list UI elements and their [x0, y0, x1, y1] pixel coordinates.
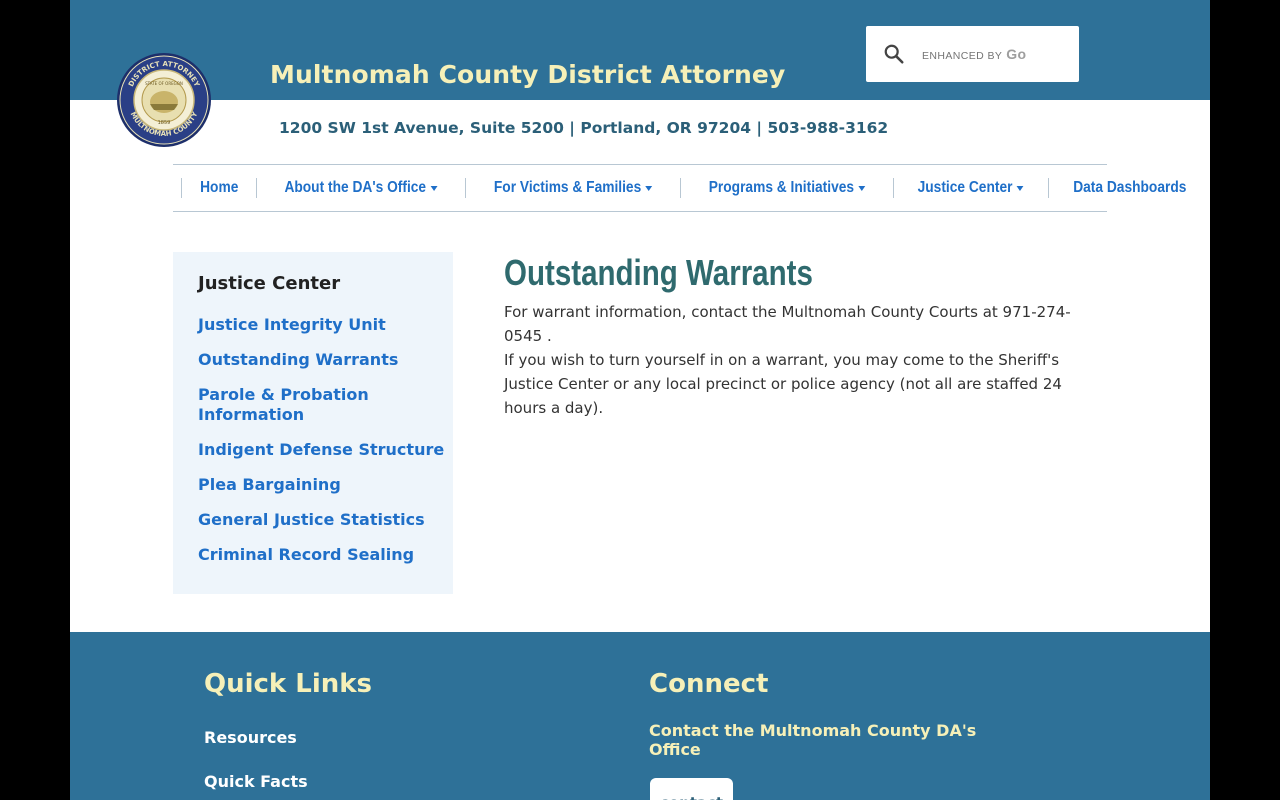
- contact-button[interactable]: contact: [650, 778, 733, 800]
- office-address: 1200 SW 1st Avenue, Suite 5200 | Portlan…: [279, 119, 889, 137]
- nav-item-label: About the DA's Office: [284, 179, 427, 196]
- sidebar-link-justice-integrity-unit[interactable]: Justice Integrity Unit: [198, 315, 448, 335]
- footer-link-quick-facts[interactable]: Quick Facts: [204, 772, 308, 791]
- caret-down-icon: [1017, 185, 1025, 191]
- seal-inner-text: STATE OF OREGON: [145, 81, 183, 86]
- footer-link-resources[interactable]: Resources: [204, 728, 297, 747]
- nav-divider: [680, 178, 682, 198]
- main-nav: Home About the DA's Office For Victims &…: [173, 164, 1186, 212]
- sidebar-link-general-justice-statistics[interactable]: General Justice Statistics: [198, 510, 448, 530]
- page-body: For warrant information, contact the Mul…: [504, 300, 1104, 420]
- sidebar: Justice Center Justice Integrity Unit Ou…: [173, 252, 453, 594]
- nav-item-label: Programs & Initiatives: [709, 179, 855, 196]
- search-box[interactable]: ENHANCED BY Go: [866, 26, 1079, 82]
- sidebar-link-parole-probation[interactable]: Parole & Probation Information: [198, 385, 398, 425]
- nav-item-victims-families[interactable]: For Victims & Families: [481, 179, 665, 197]
- warrant-info-text: For warrant information, contact the Mul…: [504, 303, 1071, 345]
- nav-item-data-dashboards[interactable]: Data Dashboards: [1060, 179, 1199, 197]
- nav-divider: [1047, 178, 1049, 198]
- search-input[interactable]: [920, 42, 1069, 68]
- sidebar-link-indigent-defense[interactable]: Indigent Defense Structure: [198, 440, 448, 460]
- sidebar-link-plea-bargaining[interactable]: Plea Bargaining: [198, 475, 448, 495]
- footer: Quick Links Resources Quick Facts Connec…: [70, 632, 1210, 800]
- nav-divider: [893, 178, 895, 198]
- seal-year: 1859: [158, 120, 171, 126]
- sidebar-link-outstanding-warrants[interactable]: Outstanding Warrants: [198, 350, 448, 370]
- caret-down-icon: [430, 185, 438, 191]
- quick-links-heading: Quick Links: [204, 669, 373, 699]
- sidebar-title: Justice Center: [198, 273, 341, 294]
- nav-item-label: Data Dashboards: [1072, 179, 1187, 196]
- search-icon[interactable]: [883, 43, 905, 65]
- contact-heading: Contact the Multnomah County DA's Office: [649, 721, 977, 759]
- nav-item-programs[interactable]: Programs & Initiatives: [696, 179, 878, 197]
- county-seal-logo[interactable]: DISTRICT ATTORNEY MULTNOMAH COUNTY STATE…: [116, 52, 212, 148]
- nav-item-label: Home: [200, 179, 239, 196]
- caret-down-icon: [645, 185, 653, 191]
- nav-item-justice-center[interactable]: Justice Center: [905, 179, 1037, 197]
- caret-down-icon: [858, 185, 866, 191]
- nav-item-label: For Victims & Families: [494, 179, 642, 196]
- nav-item-about[interactable]: About the DA's Office: [272, 179, 451, 197]
- nav-item-home[interactable]: Home: [187, 179, 251, 197]
- connect-heading: Connect: [649, 669, 769, 699]
- nav-divider: [256, 178, 258, 198]
- site-title[interactable]: Multnomah County District Attorney: [270, 60, 785, 89]
- nav-item-label: Justice Center: [918, 179, 1013, 196]
- page-title: Outstanding Warrants: [504, 252, 813, 293]
- sidebar-link-criminal-record-sealing[interactable]: Criminal Record Sealing: [198, 545, 448, 565]
- page: DISTRICT ATTORNEY MULTNOMAH COUNTY STATE…: [70, 0, 1210, 800]
- nav-divider: [181, 178, 182, 198]
- nav-divider: [465, 178, 467, 198]
- turn-in-text: If you wish to turn yourself in on a war…: [504, 351, 1062, 417]
